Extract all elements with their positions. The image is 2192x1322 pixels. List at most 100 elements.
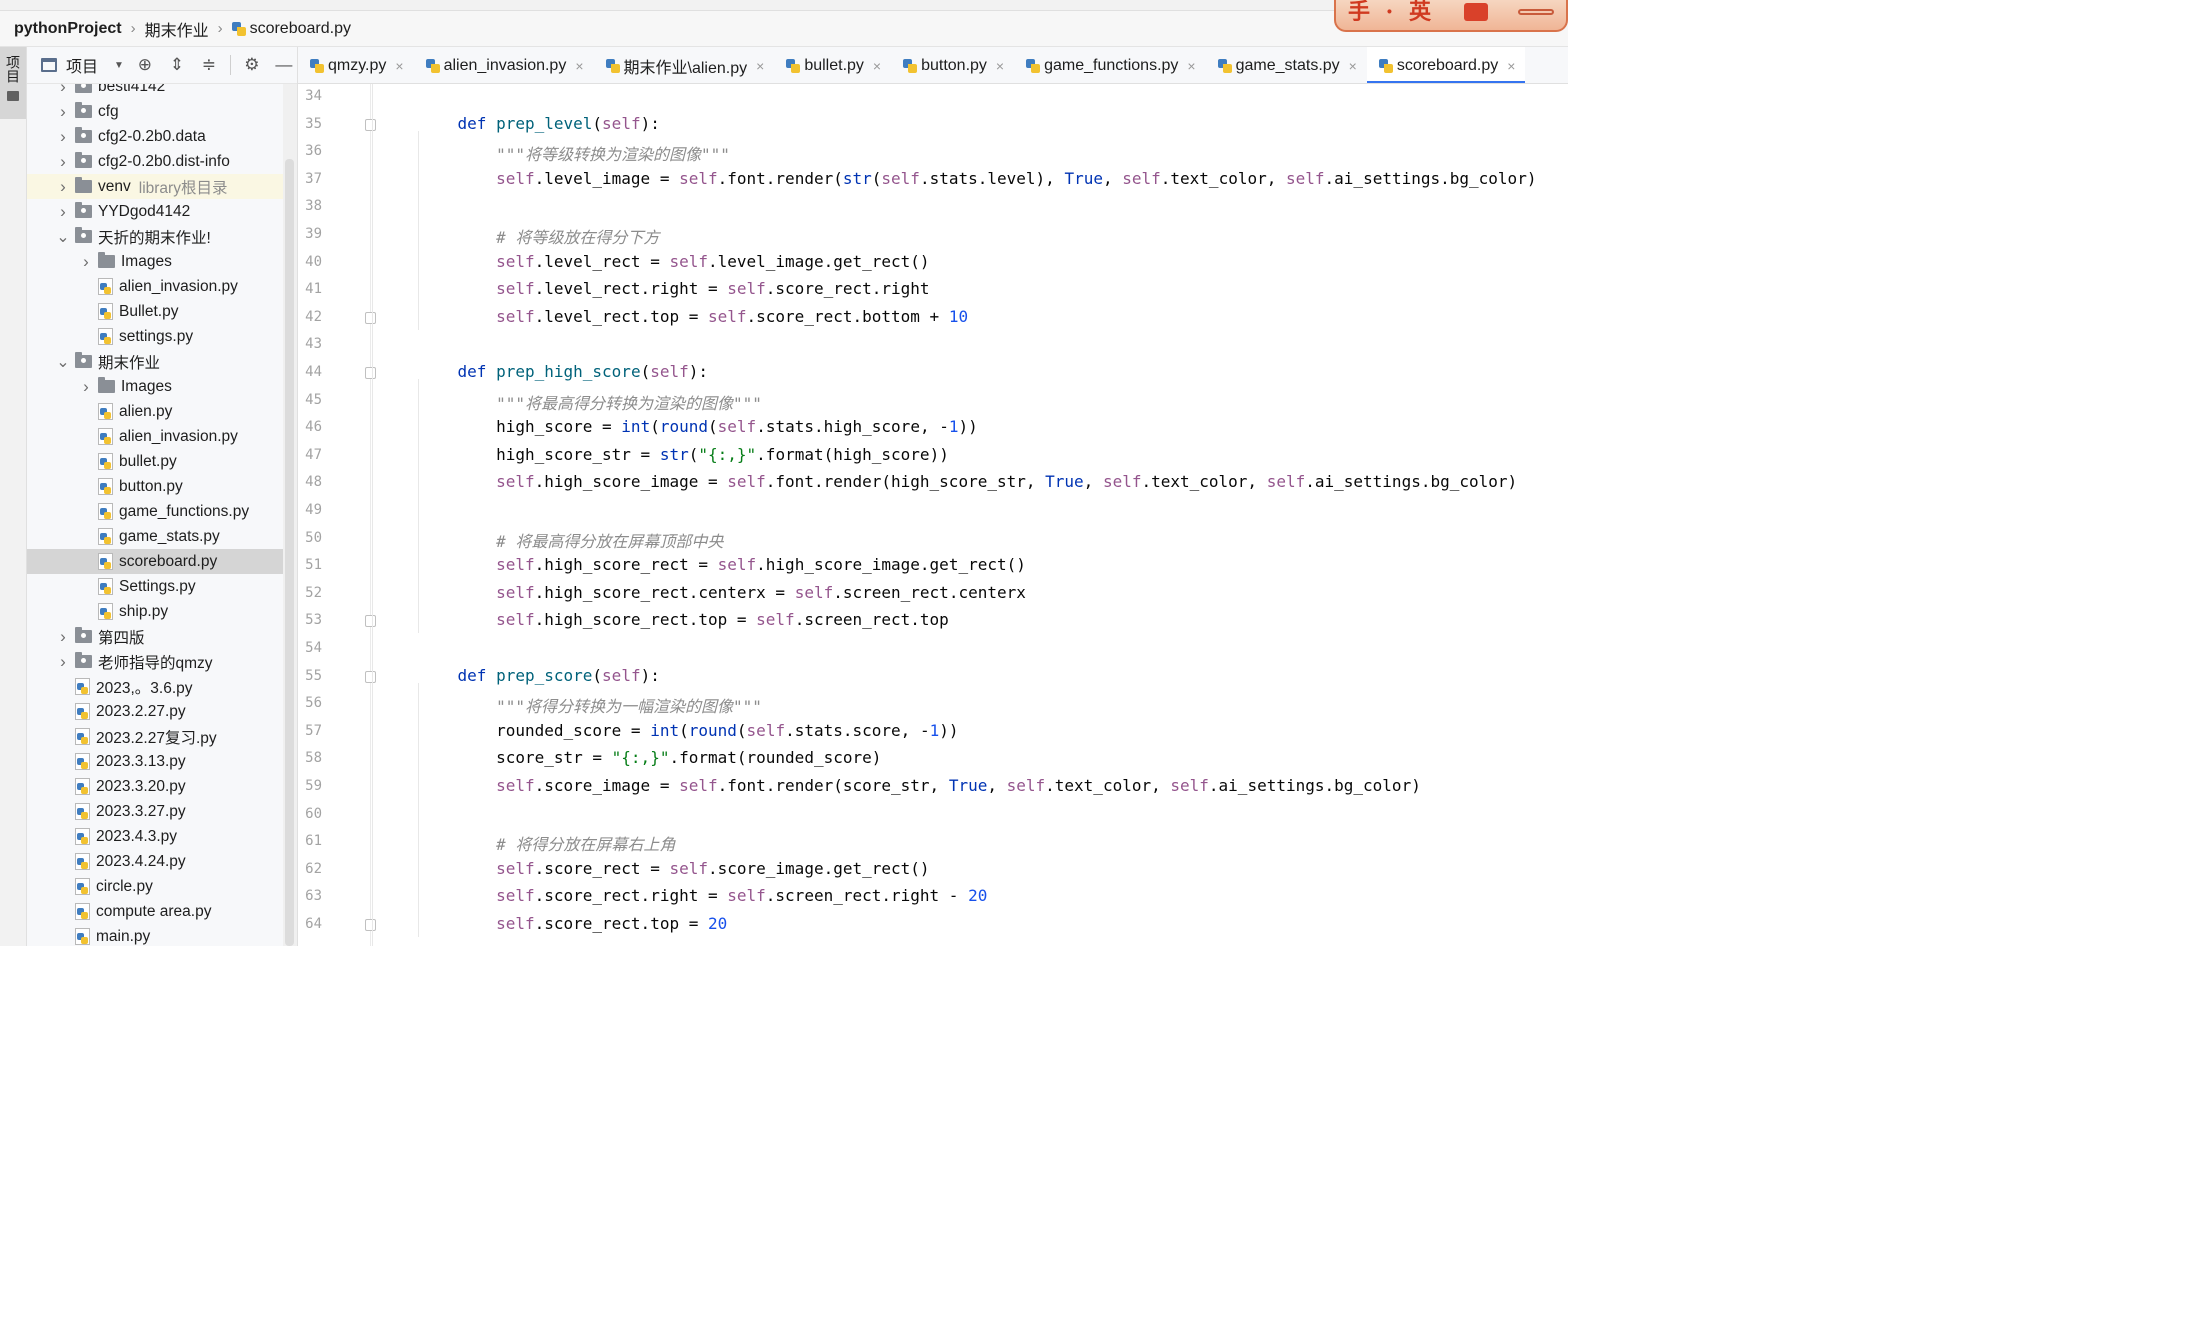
editor-tab[interactable]: bullet.py × [774,47,891,83]
folder-icon [75,202,92,218]
project-tool-button[interactable]: 项目 [0,47,26,119]
tree-folder-row[interactable]: ⌄ 期末作业 [27,349,284,374]
line-number: 57 [305,722,322,739]
tree-folder-row[interactable]: › Images [27,249,284,274]
fold-marker-icon[interactable] [365,118,376,131]
tree-file-row[interactable]: game_stats.py [27,524,284,549]
tree-file-row[interactable]: alien.py [27,399,284,424]
tree-folder-row[interactable]: › cfg2-0.2b0.data [27,124,284,149]
tree-file-row[interactable]: button.py [27,474,284,499]
tree-folder-row[interactable]: › venv library根目录 [27,174,284,199]
tree-scrollbar-thumb[interactable] [285,159,294,946]
chevron-right-icon[interactable]: › [55,152,71,172]
tree-item-label: cfg2-0.2b0.dist-info [98,152,230,170]
minimize-icon[interactable]: — [273,54,295,76]
chevron-right-icon[interactable]: › [55,652,71,672]
chevron-right-icon[interactable]: › [55,177,71,197]
editor-tab[interactable]: 期末作业\alien.py × [594,47,775,83]
tree-file-row[interactable]: 2023.4.24.py [27,849,284,874]
code-line: def prep_score(self): [419,666,660,685]
close-icon[interactable]: × [873,58,881,74]
tree-file-row[interactable]: 2023.3.13.py [27,749,284,774]
breadcrumb-file[interactable]: scoreboard.py [231,20,351,38]
chevron-right-icon[interactable]: › [55,102,71,122]
gear-icon[interactable]: ⚙ [241,54,263,76]
tree-file-row[interactable]: alien_invasion.py [27,424,284,449]
locate-icon[interactable]: ⊕ [134,54,156,76]
editor-tab[interactable]: game_stats.py × [1206,47,1367,83]
tree-file-row[interactable]: game_functions.py [27,499,284,524]
tree-file-row[interactable]: settings.py [27,324,284,349]
tree-folder-row[interactable]: › YYDgod4142 [27,199,284,224]
python-file-icon [75,728,90,745]
folder-icon [75,627,92,643]
fold-marker-icon[interactable] [365,367,376,379]
code-token: self [1170,776,1209,795]
line-number: 50 [305,529,322,546]
tree-file-row[interactable]: ship.py [27,599,284,624]
code-editor[interactable]: 34 35 36 37 38 39 40 41 42 43 44 45 46 47 48 49 50 51 52 53… [298,84,1568,946]
chevron-right-icon[interactable]: › [55,202,71,222]
close-icon[interactable]: × [575,58,583,74]
tree-file-row[interactable]: 2023.3.27.py [27,799,284,824]
editor-tab[interactable]: scoreboard.py × [1366,47,1526,83]
tree-file-row[interactable]: circle.py [27,874,284,899]
expand-all-icon[interactable]: ⇕ [166,54,188,76]
close-icon[interactable]: × [395,58,403,74]
editor-tab[interactable]: game_functions.py × [1014,47,1206,83]
code-line: self.high_score_image = self.font.render… [419,472,1517,491]
editor-tab[interactable]: qmzy.py × [298,47,414,83]
editor-tab[interactable]: alien_invasion.py × [414,47,594,83]
close-icon[interactable]: × [756,58,764,74]
tree-folder-row[interactable]: › cfg2-0.2b0.dist-info [27,149,284,174]
code-token: self [717,555,757,575]
tree-file-row[interactable]: Settings.py [27,574,284,599]
chevron-right-icon[interactable]: › [55,627,71,647]
code-token: self [794,582,834,602]
editor-tab[interactable]: button.py × [891,47,1014,83]
tree-file-row[interactable]: 2023,。3.6.py [27,674,284,699]
tree-folder-row[interactable]: › cfg [27,99,284,124]
tree-file-row[interactable]: 2023.2.27.py [27,699,284,724]
collapse-all-icon[interactable]: ≑ [198,54,220,76]
code-token: self [679,168,718,188]
chevron-down-icon[interactable]: ▼ [114,60,124,71]
tree-file-row[interactable]: bullet.py [27,449,284,474]
tree-file-row[interactable]: compute area.py [27,899,284,924]
chevron-down-icon[interactable]: ⌄ [55,227,71,247]
python-file-icon [98,278,113,295]
tree-folder-row[interactable]: › 第四版 [27,624,284,649]
code-token: high_score_str = [419,444,660,464]
code-token: int [650,720,680,740]
breadcrumb-project[interactable]: pythonProject [14,20,122,38]
tree-file-row[interactable]: Bullet.py [27,299,284,324]
code-token: self [1266,472,1306,492]
fold-marker-icon[interactable] [365,615,376,628]
chevron-right-icon[interactable]: › [78,377,94,397]
tree-folder-row[interactable]: › 老师指导的qmzy [27,649,284,674]
toolbar-divider [229,55,231,75]
fold-marker-icon[interactable] [365,670,376,683]
tree-scrollbar[interactable] [283,84,297,946]
breadcrumb-folder[interactable]: 期末作业 [145,17,209,41]
close-icon[interactable]: × [1507,58,1515,74]
tree-file-row[interactable]: 2023.3.20.py [27,774,284,799]
tree-file-row[interactable]: main.py [27,924,284,946]
tree-folder-row[interactable]: ⌄ 天折的期末作业! [27,224,284,249]
tree-file-row[interactable]: 2023.2.27复习.py [27,724,284,749]
project-panel-title[interactable]: 项目 [66,53,98,77]
close-icon[interactable]: × [1349,58,1357,74]
tree-file-row[interactable]: alien_invasion.py [27,274,284,299]
chevron-right-icon[interactable]: › [55,127,71,147]
chevron-right-icon[interactable]: › [78,252,94,272]
tree-file-row[interactable]: scoreboard.py [27,549,284,574]
chevron-down-icon[interactable]: ⌄ [55,352,71,372]
fold-marker-icon[interactable] [365,311,376,324]
close-icon[interactable]: × [996,58,1004,74]
tree-file-row[interactable]: 2023.4.3.py [27,824,284,849]
python-file-icon [98,328,113,345]
fold-marker-icon[interactable] [365,919,376,931]
close-icon[interactable]: × [1187,58,1195,74]
tree-folder-row[interactable]: › Images [27,374,284,399]
